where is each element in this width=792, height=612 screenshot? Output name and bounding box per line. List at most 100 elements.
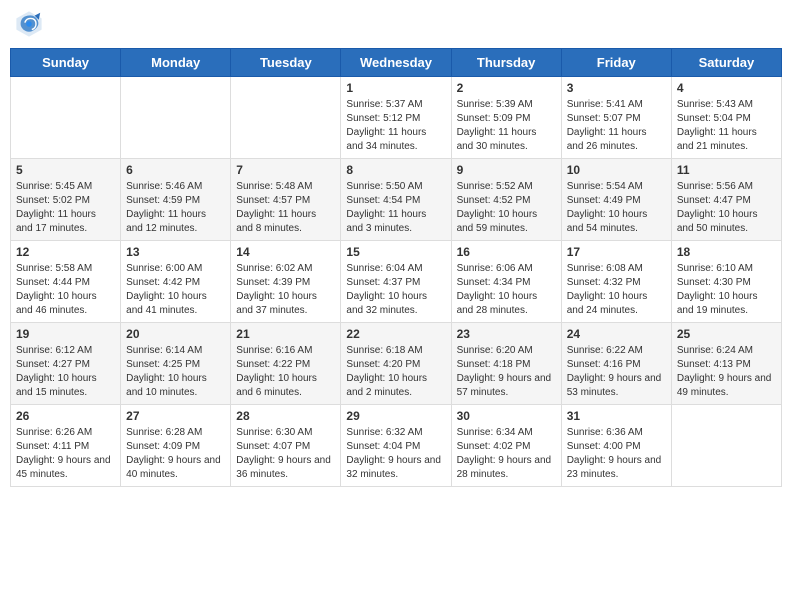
weekday-header-sunday: Sunday [11, 49, 121, 77]
calendar-cell: 4Sunrise: 5:43 AM Sunset: 5:04 PM Daylig… [671, 77, 781, 159]
day-number: 13 [126, 245, 225, 259]
day-info: Sunrise: 6:32 AM Sunset: 4:04 PM Dayligh… [346, 426, 445, 482]
calendar-cell: 22 Sunrise: 6:18 AM Sunset: 4:20 PM Dayli… [341, 323, 451, 405]
day-number: 5 [16, 163, 115, 177]
day-info: Sunrise: 6:04 AM Sunset: 4:37 PM Dayligh… [346, 262, 445, 318]
calendar-cell: 28 Sunrise: 6:30 AM Sunset: 4:07 PM Dayli… [231, 405, 341, 487]
calendar-cell: 23 Sunrise: 6:20 AM Sunset: 4:18 PM Dayli… [451, 323, 561, 405]
calendar-cell: 1Sunrise: 5:37 AM Sunset: 5:12 PM Daylig… [341, 77, 451, 159]
day-info: Sunrise: 5:41 AM Sunset: 5:07 PM Dayligh… [567, 98, 666, 154]
day-info: Sunrise: 6:36 AM Sunset: 4:00 PM Dayligh… [567, 426, 666, 482]
day-number: 1 [346, 81, 445, 95]
day-number: 18 [677, 245, 776, 259]
calendar-cell: 3 Sunrise: 5:41 AM Sunset: 5:07 PM Daylig… [561, 77, 671, 159]
day-info: Sunrise: 5:48 AM Sunset: 4:57 PM Dayligh… [236, 180, 335, 236]
day-info: Sunrise: 6:34 AM Sunset: 4:02 PM Dayligh… [457, 426, 556, 482]
day-number: 20 [126, 327, 225, 341]
weekday-header-wednesday: Wednesday [341, 49, 451, 77]
calendar-cell: 17 Sunrise: 6:08 AM Sunset: 4:32 PM Dayli… [561, 241, 671, 323]
calendar-cell: 10 Sunrise: 5:54 AM Sunset: 4:49 PM Dayli… [561, 159, 671, 241]
day-number: 26 [16, 409, 115, 423]
calendar-cell: 20 Sunrise: 6:14 AM Sunset: 4:25 PM Dayli… [121, 323, 231, 405]
day-info: Sunrise: 6:20 AM Sunset: 4:18 PM Dayligh… [457, 344, 556, 400]
day-number: 9 [457, 163, 556, 177]
day-info: Sunrise: 6:30 AM Sunset: 4:07 PM Dayligh… [236, 426, 335, 482]
day-info: Sunrise: 5:45 AM Sunset: 5:02 PM Dayligh… [16, 180, 115, 236]
calendar-cell: 2 Sunrise: 5:39 AM Sunset: 5:09 PM Daylig… [451, 77, 561, 159]
calendar-cell: 21Sunrise: 6:16 AM Sunset: 4:22 PM Dayli… [231, 323, 341, 405]
day-info: Sunrise: 6:26 AM Sunset: 4:11 PM Dayligh… [16, 426, 115, 482]
calendar-cell: 13 Sunrise: 6:00 AM Sunset: 4:42 PM Dayli… [121, 241, 231, 323]
day-info: Sunrise: 6:16 AM Sunset: 4:22 PM Dayligh… [236, 344, 335, 400]
day-number: 23 [457, 327, 556, 341]
calendar-cell [231, 77, 341, 159]
calendar-cell: 26 Sunrise: 6:26 AM Sunset: 4:11 PM Dayli… [11, 405, 121, 487]
calendar-cell: 31Sunrise: 6:36 AM Sunset: 4:00 PM Dayli… [561, 405, 671, 487]
day-info: Sunrise: 6:06 AM Sunset: 4:34 PM Dayligh… [457, 262, 556, 318]
day-number: 24 [567, 327, 666, 341]
calendar-cell: 19 Sunrise: 6:12 AM Sunset: 4:27 PM Dayli… [11, 323, 121, 405]
calendar-cell: 9 Sunrise: 5:52 AM Sunset: 4:52 PM Daylig… [451, 159, 561, 241]
calendar-week-3: 12 Sunrise: 5:58 AM Sunset: 4:44 PM Dayli… [11, 241, 782, 323]
day-info: Sunrise: 5:43 AM Sunset: 5:04 PM Dayligh… [677, 98, 776, 154]
weekday-header-saturday: Saturday [671, 49, 781, 77]
day-number: 8 [346, 163, 445, 177]
calendar-cell: 16 Sunrise: 6:06 AM Sunset: 4:34 PM Dayli… [451, 241, 561, 323]
day-info: Sunrise: 6:12 AM Sunset: 4:27 PM Dayligh… [16, 344, 115, 400]
day-info: Sunrise: 5:54 AM Sunset: 4:49 PM Dayligh… [567, 180, 666, 236]
calendar-cell: 29 Sunrise: 6:32 AM Sunset: 4:04 PM Dayli… [341, 405, 451, 487]
day-info: Sunrise: 6:08 AM Sunset: 4:32 PM Dayligh… [567, 262, 666, 318]
calendar-cell: 27 Sunrise: 6:28 AM Sunset: 4:09 PM Dayli… [121, 405, 231, 487]
day-number: 28 [236, 409, 335, 423]
day-number: 27 [126, 409, 225, 423]
weekday-header-tuesday: Tuesday [231, 49, 341, 77]
day-info: Sunrise: 6:10 AM Sunset: 4:30 PM Dayligh… [677, 262, 776, 318]
day-number: 10 [567, 163, 666, 177]
day-info: Sunrise: 6:18 AM Sunset: 4:20 PM Dayligh… [346, 344, 445, 400]
day-info: Sunrise: 6:22 AM Sunset: 4:16 PM Dayligh… [567, 344, 666, 400]
day-number: 22 [346, 327, 445, 341]
calendar-cell: 14 Sunrise: 6:02 AM Sunset: 4:39 PM Dayli… [231, 241, 341, 323]
day-number: 2 [457, 81, 556, 95]
calendar-cell: 25 Sunrise: 6:24 AM Sunset: 4:13 PM Dayli… [671, 323, 781, 405]
logo-icon [15, 10, 43, 38]
day-info: Sunrise: 5:46 AM Sunset: 4:59 PM Dayligh… [126, 180, 225, 236]
calendar-cell [11, 77, 121, 159]
day-info: Sunrise: 6:24 AM Sunset: 4:13 PM Dayligh… [677, 344, 776, 400]
weekday-header-thursday: Thursday [451, 49, 561, 77]
day-info: Sunrise: 6:02 AM Sunset: 4:39 PM Dayligh… [236, 262, 335, 318]
day-number: 19 [16, 327, 115, 341]
day-number: 14 [236, 245, 335, 259]
day-number: 12 [16, 245, 115, 259]
day-number: 17 [567, 245, 666, 259]
day-number: 3 [567, 81, 666, 95]
calendar-week-4: 19 Sunrise: 6:12 AM Sunset: 4:27 PM Dayli… [11, 323, 782, 405]
day-info: Sunrise: 5:52 AM Sunset: 4:52 PM Dayligh… [457, 180, 556, 236]
page-header [10, 10, 782, 38]
calendar-cell: 6 Sunrise: 5:46 AM Sunset: 4:59 PM Daylig… [121, 159, 231, 241]
calendar-cell: 18 Sunrise: 6:10 AM Sunset: 4:30 PM Dayli… [671, 241, 781, 323]
calendar: SundayMondayTuesdayWednesdayThursdayFrid… [10, 48, 782, 487]
day-number: 25 [677, 327, 776, 341]
day-info: Sunrise: 6:14 AM Sunset: 4:25 PM Dayligh… [126, 344, 225, 400]
calendar-cell [121, 77, 231, 159]
day-number: 16 [457, 245, 556, 259]
weekday-header-monday: Monday [121, 49, 231, 77]
day-info: Sunrise: 6:28 AM Sunset: 4:09 PM Dayligh… [126, 426, 225, 482]
calendar-cell: 11 Sunrise: 5:56 AM Sunset: 4:47 PM Dayli… [671, 159, 781, 241]
calendar-cell [671, 405, 781, 487]
calendar-cell: 30Sunrise: 6:34 AM Sunset: 4:02 PM Dayli… [451, 405, 561, 487]
calendar-cell: 5 Sunrise: 5:45 AM Sunset: 5:02 PM Daylig… [11, 159, 121, 241]
day-info: Sunrise: 5:50 AM Sunset: 4:54 PM Dayligh… [346, 180, 445, 236]
logo [15, 10, 47, 38]
day-info: Sunrise: 5:58 AM Sunset: 4:44 PM Dayligh… [16, 262, 115, 318]
day-number: 29 [346, 409, 445, 423]
day-info: Sunrise: 5:39 AM Sunset: 5:09 PM Dayligh… [457, 98, 556, 154]
day-info: Sunrise: 6:00 AM Sunset: 4:42 PM Dayligh… [126, 262, 225, 318]
calendar-cell: 8 Sunrise: 5:50 AM Sunset: 4:54 PM Daylig… [341, 159, 451, 241]
day-number: 11 [677, 163, 776, 177]
calendar-week-5: 26 Sunrise: 6:26 AM Sunset: 4:11 PM Dayli… [11, 405, 782, 487]
calendar-cell: 15Sunrise: 6:04 AM Sunset: 4:37 PM Dayli… [341, 241, 451, 323]
day-info: Sunrise: 5:56 AM Sunset: 4:47 PM Dayligh… [677, 180, 776, 236]
day-number: 6 [126, 163, 225, 177]
